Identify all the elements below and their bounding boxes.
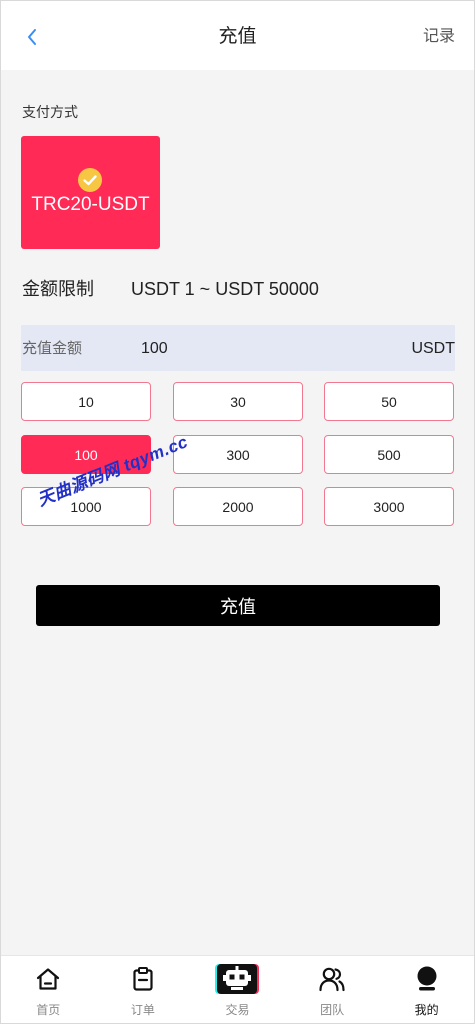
home-icon: [37, 968, 60, 990]
nav-label: 我的: [414, 1003, 439, 1017]
amount-input-row[interactable]: 充值金额 100 USDT: [21, 325, 455, 371]
amount-option[interactable]: 10: [21, 382, 151, 421]
back-button[interactable]: [21, 25, 43, 49]
amount-input-label: 充值金额: [22, 340, 83, 357]
check-circle-icon: [78, 168, 102, 192]
nav-item-orders[interactable]: 订单: [96, 956, 191, 1023]
user-icon: [417, 966, 437, 991]
nav-item-team[interactable]: 团队: [285, 956, 380, 1023]
payment-method-name: TRC20-USDT: [31, 194, 150, 215]
amount-option[interactable]: 50: [324, 382, 454, 421]
bottom-nav: 首页 订单 交易 团队 我的: [1, 955, 474, 1023]
amount-input[interactable]: 100: [141, 325, 168, 373]
nav-label: 首页: [36, 1003, 61, 1017]
records-link[interactable]: 记录: [423, 1, 455, 72]
nav-item-trade[interactable]: 交易: [190, 956, 285, 1023]
payment-method-label: 支付方式: [22, 104, 78, 120]
page-title: 充值: [218, 26, 257, 47]
nav-label: 订单: [130, 1003, 155, 1017]
chevron-left-icon: [28, 29, 36, 45]
amount-limit-range: USDT 1 ~ USDT 50000: [131, 279, 319, 299]
amount-unit: USDT: [411, 340, 455, 357]
amount-option[interactable]: 3000: [324, 487, 454, 526]
recharge-submit-button[interactable]: 充值: [36, 585, 440, 626]
robot-icon: [215, 964, 260, 994]
nav-item-home[interactable]: 首页: [1, 956, 96, 1023]
nav-label: 交易: [225, 1003, 250, 1017]
amount-option[interactable]: 2000: [173, 487, 303, 526]
amount-option[interactable]: 30: [173, 382, 303, 421]
team-icon: [319, 967, 345, 992]
amount-option[interactable]: 500: [324, 435, 454, 474]
amount-limit-label: 金额限制: [22, 279, 94, 299]
nav-item-me[interactable]: 我的: [379, 956, 474, 1023]
recharge-page: 充值 记录 支付方式 TRC20-USDT 金额限制 USDT 1 ~ USDT…: [0, 0, 475, 1024]
nav-label: 团队: [320, 1003, 345, 1017]
clipboard-icon: [133, 967, 153, 991]
payment-method-trc20-usdt[interactable]: TRC20-USDT: [21, 136, 160, 249]
top-bar: 充值 记录: [1, 1, 474, 70]
